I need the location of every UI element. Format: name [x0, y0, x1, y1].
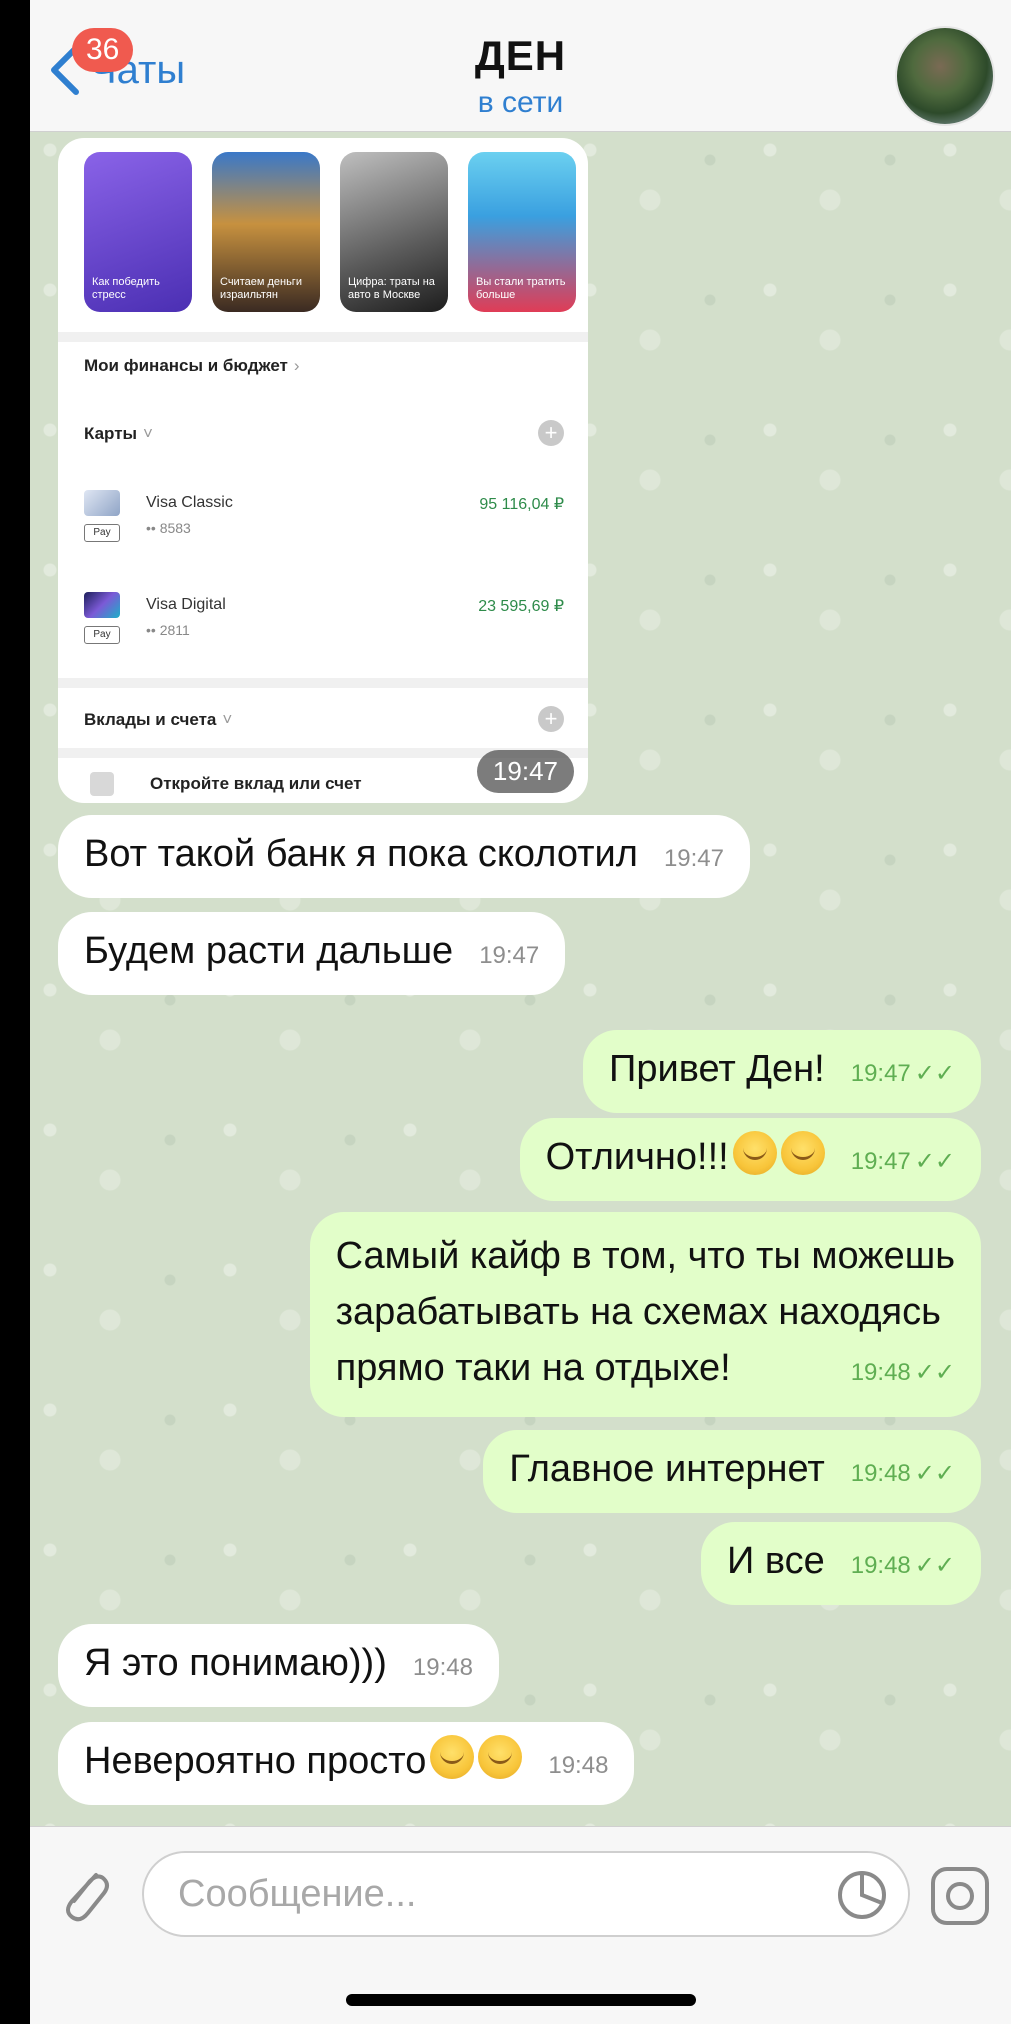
- deposit-cta: Откройте вклад или счет: [150, 774, 362, 793]
- apple-pay-tag: Pay: [84, 524, 120, 542]
- message-time: 19:47: [663, 845, 724, 872]
- deposit-icon: [90, 772, 114, 796]
- message-text-line: зарабатывать на схемах находясь: [335, 1291, 941, 1333]
- sticker-icon[interactable]: [834, 1867, 890, 1923]
- message-placeholder: Сообщение...: [178, 1873, 417, 1915]
- relieved-face-emoji-icon: [430, 1735, 475, 1779]
- story-label: Вы стали тратить больше: [476, 276, 566, 301]
- message-time: 19:48: [850, 1359, 911, 1386]
- chat-status: в сети: [477, 86, 564, 119]
- card-image: [84, 490, 120, 516]
- finance-section-title: Мои финансы и бюджет ›: [84, 356, 300, 375]
- message-time: 19:48: [850, 1460, 911, 1487]
- card-row: Pay Visa Classic •• 8583 95 116,04 ₽: [84, 490, 564, 560]
- card-row: Pay Visa Digital •• 2811 23 595,69 ₽: [84, 592, 564, 662]
- chat-title-area[interactable]: ДЕН в сети: [30, 32, 1011, 120]
- message-text: И все: [726, 1540, 825, 1582]
- bank-stories: Как победить стресс Считаем деньги израи…: [84, 152, 576, 312]
- story-label: Цифра: траты на авто в Москве: [348, 276, 435, 301]
- cards-section-title: Карты ˅: [84, 424, 153, 443]
- message-time: 19:47: [850, 1060, 911, 1087]
- message-input[interactable]: Сообщение...: [142, 1851, 910, 1937]
- story-card: Цифра: траты на авто в Москве: [340, 152, 448, 312]
- message-time: 19:48: [548, 1752, 609, 1779]
- card-amount: 23 595,69 ₽: [478, 598, 564, 615]
- message-text: Привет Ден!: [609, 1048, 825, 1090]
- message-text-line: прямо таки на отдыхе! 19:48 ✓✓: [335, 1347, 955, 1389]
- message-time: 19:47: [850, 1148, 911, 1175]
- divider: [58, 332, 588, 342]
- story-label: Считаем деньги израильтян: [220, 276, 302, 301]
- card-number: •• 8583: [146, 520, 191, 536]
- story-card: Считаем деньги израильтян: [212, 152, 320, 312]
- double-check-icon: ✓✓: [914, 1552, 955, 1579]
- add-deposit-icon: +: [538, 706, 564, 732]
- card-number: •• 2811: [146, 622, 190, 638]
- photo-timestamp: 19:47: [476, 750, 574, 793]
- message-text: Отлично!!!: [545, 1136, 729, 1178]
- star-struck-emoji-icon: [732, 1131, 777, 1175]
- home-indicator: [346, 1994, 696, 2006]
- card-amount: 95 116,04 ₽: [479, 496, 564, 513]
- apple-pay-tag: Pay: [84, 626, 120, 644]
- star-struck-emoji-icon: [780, 1131, 825, 1175]
- double-check-icon: ✓✓: [914, 1148, 955, 1175]
- card-image: [84, 592, 120, 618]
- message-time: 19:48: [850, 1552, 911, 1579]
- chat-screen: Чаты 36 ДЕН в сети Как победить стресс С…: [30, 0, 1011, 2024]
- paperclip-icon[interactable]: [56, 1861, 112, 1925]
- divider: [58, 678, 588, 688]
- avatar[interactable]: [895, 26, 995, 126]
- deposits-section-title: Вклады и счета ˅: [84, 710, 233, 729]
- message-incoming[interactable]: Невероятно просто 19:48: [58, 1722, 635, 1805]
- story-card: Как победить стресс: [84, 152, 192, 312]
- double-check-icon: ✓✓: [914, 1359, 955, 1386]
- chat-header: Чаты 36 ДЕН в сети: [30, 0, 1011, 132]
- card-name: Visa Digital: [146, 596, 226, 613]
- message-text: Невероятно просто: [84, 1740, 427, 1782]
- message-outgoing[interactable]: Привет Ден! 19:47 ✓✓: [583, 1030, 981, 1113]
- story-card: Вы стали тратить больше: [468, 152, 576, 312]
- message-text-line: Самый кайф в том, что ты можешь: [335, 1235, 955, 1277]
- card-name: Visa Classic: [146, 494, 233, 511]
- chat-title: ДЕН: [474, 32, 567, 79]
- message-outgoing[interactable]: Самый кайф в том, что ты можешь зарабаты…: [309, 1212, 981, 1417]
- camera-icon[interactable]: [927, 1863, 993, 1929]
- message-text: Я это понимаю))): [84, 1642, 387, 1684]
- message-time: 19:48: [412, 1654, 473, 1681]
- message-time: 19:47: [479, 942, 540, 969]
- relieved-face-emoji-icon: [478, 1735, 523, 1779]
- message-incoming[interactable]: Я это понимаю))) 19:48: [58, 1624, 499, 1707]
- add-card-icon: +: [538, 420, 564, 446]
- message-outgoing[interactable]: Главное интернет 19:48 ✓✓: [483, 1430, 981, 1513]
- double-check-icon: ✓✓: [914, 1460, 955, 1487]
- photo-message[interactable]: Как победить стресс Считаем деньги израи…: [58, 138, 588, 803]
- message-outgoing[interactable]: И все 19:48 ✓✓: [700, 1522, 981, 1605]
- story-label: Как победить стресс: [92, 276, 160, 301]
- message-incoming[interactable]: Будем расти дальше 19:47: [58, 912, 566, 995]
- message-incoming[interactable]: Вот такой банк я пока сколотил 19:47: [58, 815, 750, 898]
- message-outgoing[interactable]: Отлично!!! 19:47 ✓✓: [519, 1118, 981, 1201]
- double-check-icon: ✓✓: [914, 1060, 955, 1087]
- message-text: Вот такой банк я пока сколотил: [84, 833, 638, 875]
- message-text: Будем расти дальше: [84, 930, 454, 972]
- message-text: Главное интернет: [509, 1448, 825, 1490]
